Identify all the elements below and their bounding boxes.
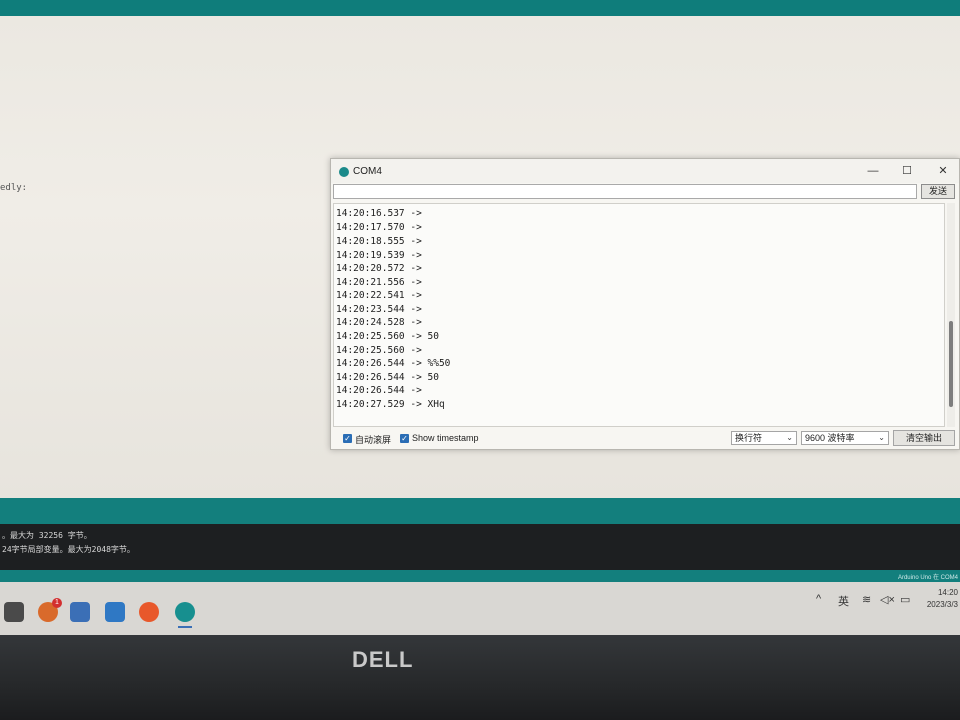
chevron-down-icon: ⌄	[878, 433, 885, 442]
output-line: 14:20:22.541 ->	[336, 290, 422, 301]
ime-indicator[interactable]: 英	[838, 593, 849, 609]
output-line: 14:20:26.544 ->	[336, 385, 422, 396]
clear-output-button[interactable]: 清空输出	[893, 430, 955, 446]
laptop-bezel: DELL	[0, 635, 960, 720]
close-button[interactable]: ✕	[931, 162, 955, 180]
mail-icon[interactable]	[105, 602, 125, 622]
tray-clock[interactable]: 14:20 2023/3/3	[927, 587, 958, 611]
output-line: 14:20:21.556 ->	[336, 277, 422, 288]
line-ending-select[interactable]: 换行符 ⌄	[731, 431, 797, 445]
editor-code-fragment: edly:	[0, 183, 28, 193]
baud-rate-select[interactable]: 9600 波特率 ⌄	[801, 431, 889, 445]
clock-date: 2023/3/3	[926, 600, 958, 609]
screen: edly: 。最大为 32256 字节。 24字节局部变量。最大为2048字节。…	[0, 0, 960, 635]
output-line: 14:20:27.529 -> XHq	[336, 399, 445, 410]
store-icon[interactable]	[70, 602, 90, 622]
output-line: 14:20:17.570 ->	[336, 222, 422, 233]
output-line: 14:20:16.537 ->	[336, 208, 422, 219]
output-line: 14:20:18.555 ->	[336, 236, 422, 247]
serial-monitor-window: COM4 — ☐ ✕ 发送 14:20:16.537 -> 14:20:17.5…	[330, 158, 960, 450]
autoscroll-label: 自动滚屏	[355, 435, 392, 445]
file-explorer-icon[interactable]	[4, 602, 24, 622]
volume-icon[interactable]: ◁×	[880, 593, 895, 606]
window-title: COM4	[353, 166, 382, 177]
show-timestamp-label: Show timestamp	[412, 433, 479, 443]
scrollbar-thumb[interactable]	[949, 321, 953, 407]
dell-logo: DELL	[352, 647, 414, 672]
output-line: 14:20:23.544 ->	[336, 304, 422, 315]
output-line: 14:20:19.539 ->	[336, 250, 422, 261]
send-message-input[interactable]	[333, 184, 917, 199]
output-line: 14:20:25.560 -> 50	[336, 331, 439, 342]
maximize-button[interactable]: ☐	[895, 162, 919, 180]
output-line: 14:20:24.528 ->	[336, 317, 422, 328]
minimize-button[interactable]: —	[861, 162, 885, 180]
ide-toolbar	[0, 0, 960, 16]
output-line: 14:20:26.544 -> 50	[336, 372, 439, 383]
arduino-icon[interactable]	[175, 602, 195, 622]
arduino-app-icon	[339, 167, 349, 177]
serial-output-area[interactable]: 14:20:16.537 -> 14:20:17.570 -> 14:20:18…	[333, 203, 945, 427]
clock-time: 14:20	[937, 588, 958, 597]
autoscroll-checkbox[interactable]: ✓	[343, 434, 352, 443]
battery-icon[interactable]: ▭	[900, 593, 910, 606]
output-line: 14:20:26.544 -> %%50	[336, 358, 451, 369]
output-line: 14:20:25.560 ->	[336, 345, 422, 356]
show-timestamp-checkbox[interactable]: ✓	[400, 434, 409, 443]
taskbar: 1 ^ 英 ≋ ◁× ▭ 14:20 2023/3/3	[0, 582, 960, 635]
wifi-icon[interactable]: ≋	[862, 593, 871, 606]
baud-rate-value: 9600 波特率	[805, 433, 855, 443]
send-button[interactable]: 发送	[921, 184, 955, 199]
active-app-indicator	[178, 626, 192, 628]
serial-monitor-footer: ✓ 自动滚屏 ✓ Show timestamp 换行符 ⌄ 9600 波特率 ⌄…	[331, 429, 959, 449]
notification-badge: 1	[52, 598, 62, 608]
output-scrollbar[interactable]	[947, 203, 955, 427]
window-titlebar[interactable]: COM4 — ☐ ✕	[331, 159, 959, 183]
app-icon[interactable]: 1	[38, 598, 62, 622]
chevron-down-icon: ⌄	[786, 433, 793, 442]
output-line: 14:20:20.572 ->	[336, 263, 422, 274]
firefox-icon[interactable]	[139, 602, 159, 622]
board-port-status: Arduino Uno 在 COM4	[897, 575, 958, 581]
output-console: 。最大为 32256 字节。 24字节局部变量。最大为2048字节。	[0, 524, 960, 576]
chevron-up-icon[interactable]: ^	[816, 593, 821, 605]
line-ending-value: 换行符	[735, 433, 763, 443]
console-line: 。最大为 32256 字节。	[2, 531, 92, 540]
ide-status-bar: Arduino Uno 在 COM4	[0, 570, 960, 582]
console-line: 24字节局部变量。最大为2048字节。	[2, 545, 135, 554]
